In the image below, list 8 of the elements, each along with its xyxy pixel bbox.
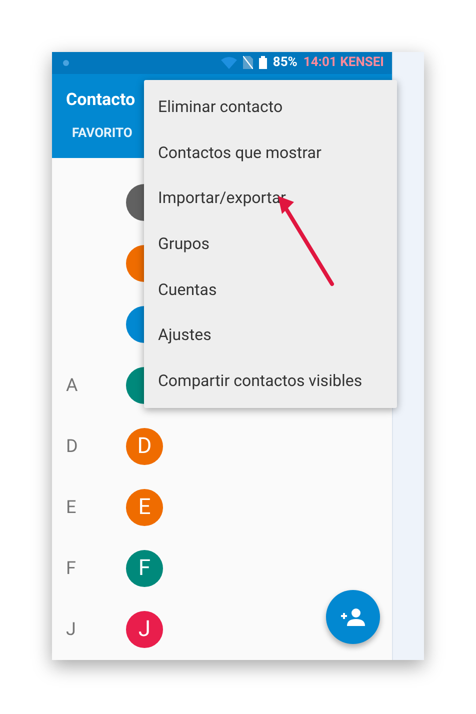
app-title: Contacto	[66, 90, 136, 110]
section-letter: J	[66, 619, 76, 640]
battery-level: 85%	[272, 55, 298, 70]
section-letter: E	[66, 497, 76, 518]
section-letter: D	[66, 436, 78, 457]
section-letter: F	[66, 558, 76, 579]
section-letter: A	[66, 375, 78, 396]
clock: 14:01 KENSEI	[303, 55, 384, 70]
